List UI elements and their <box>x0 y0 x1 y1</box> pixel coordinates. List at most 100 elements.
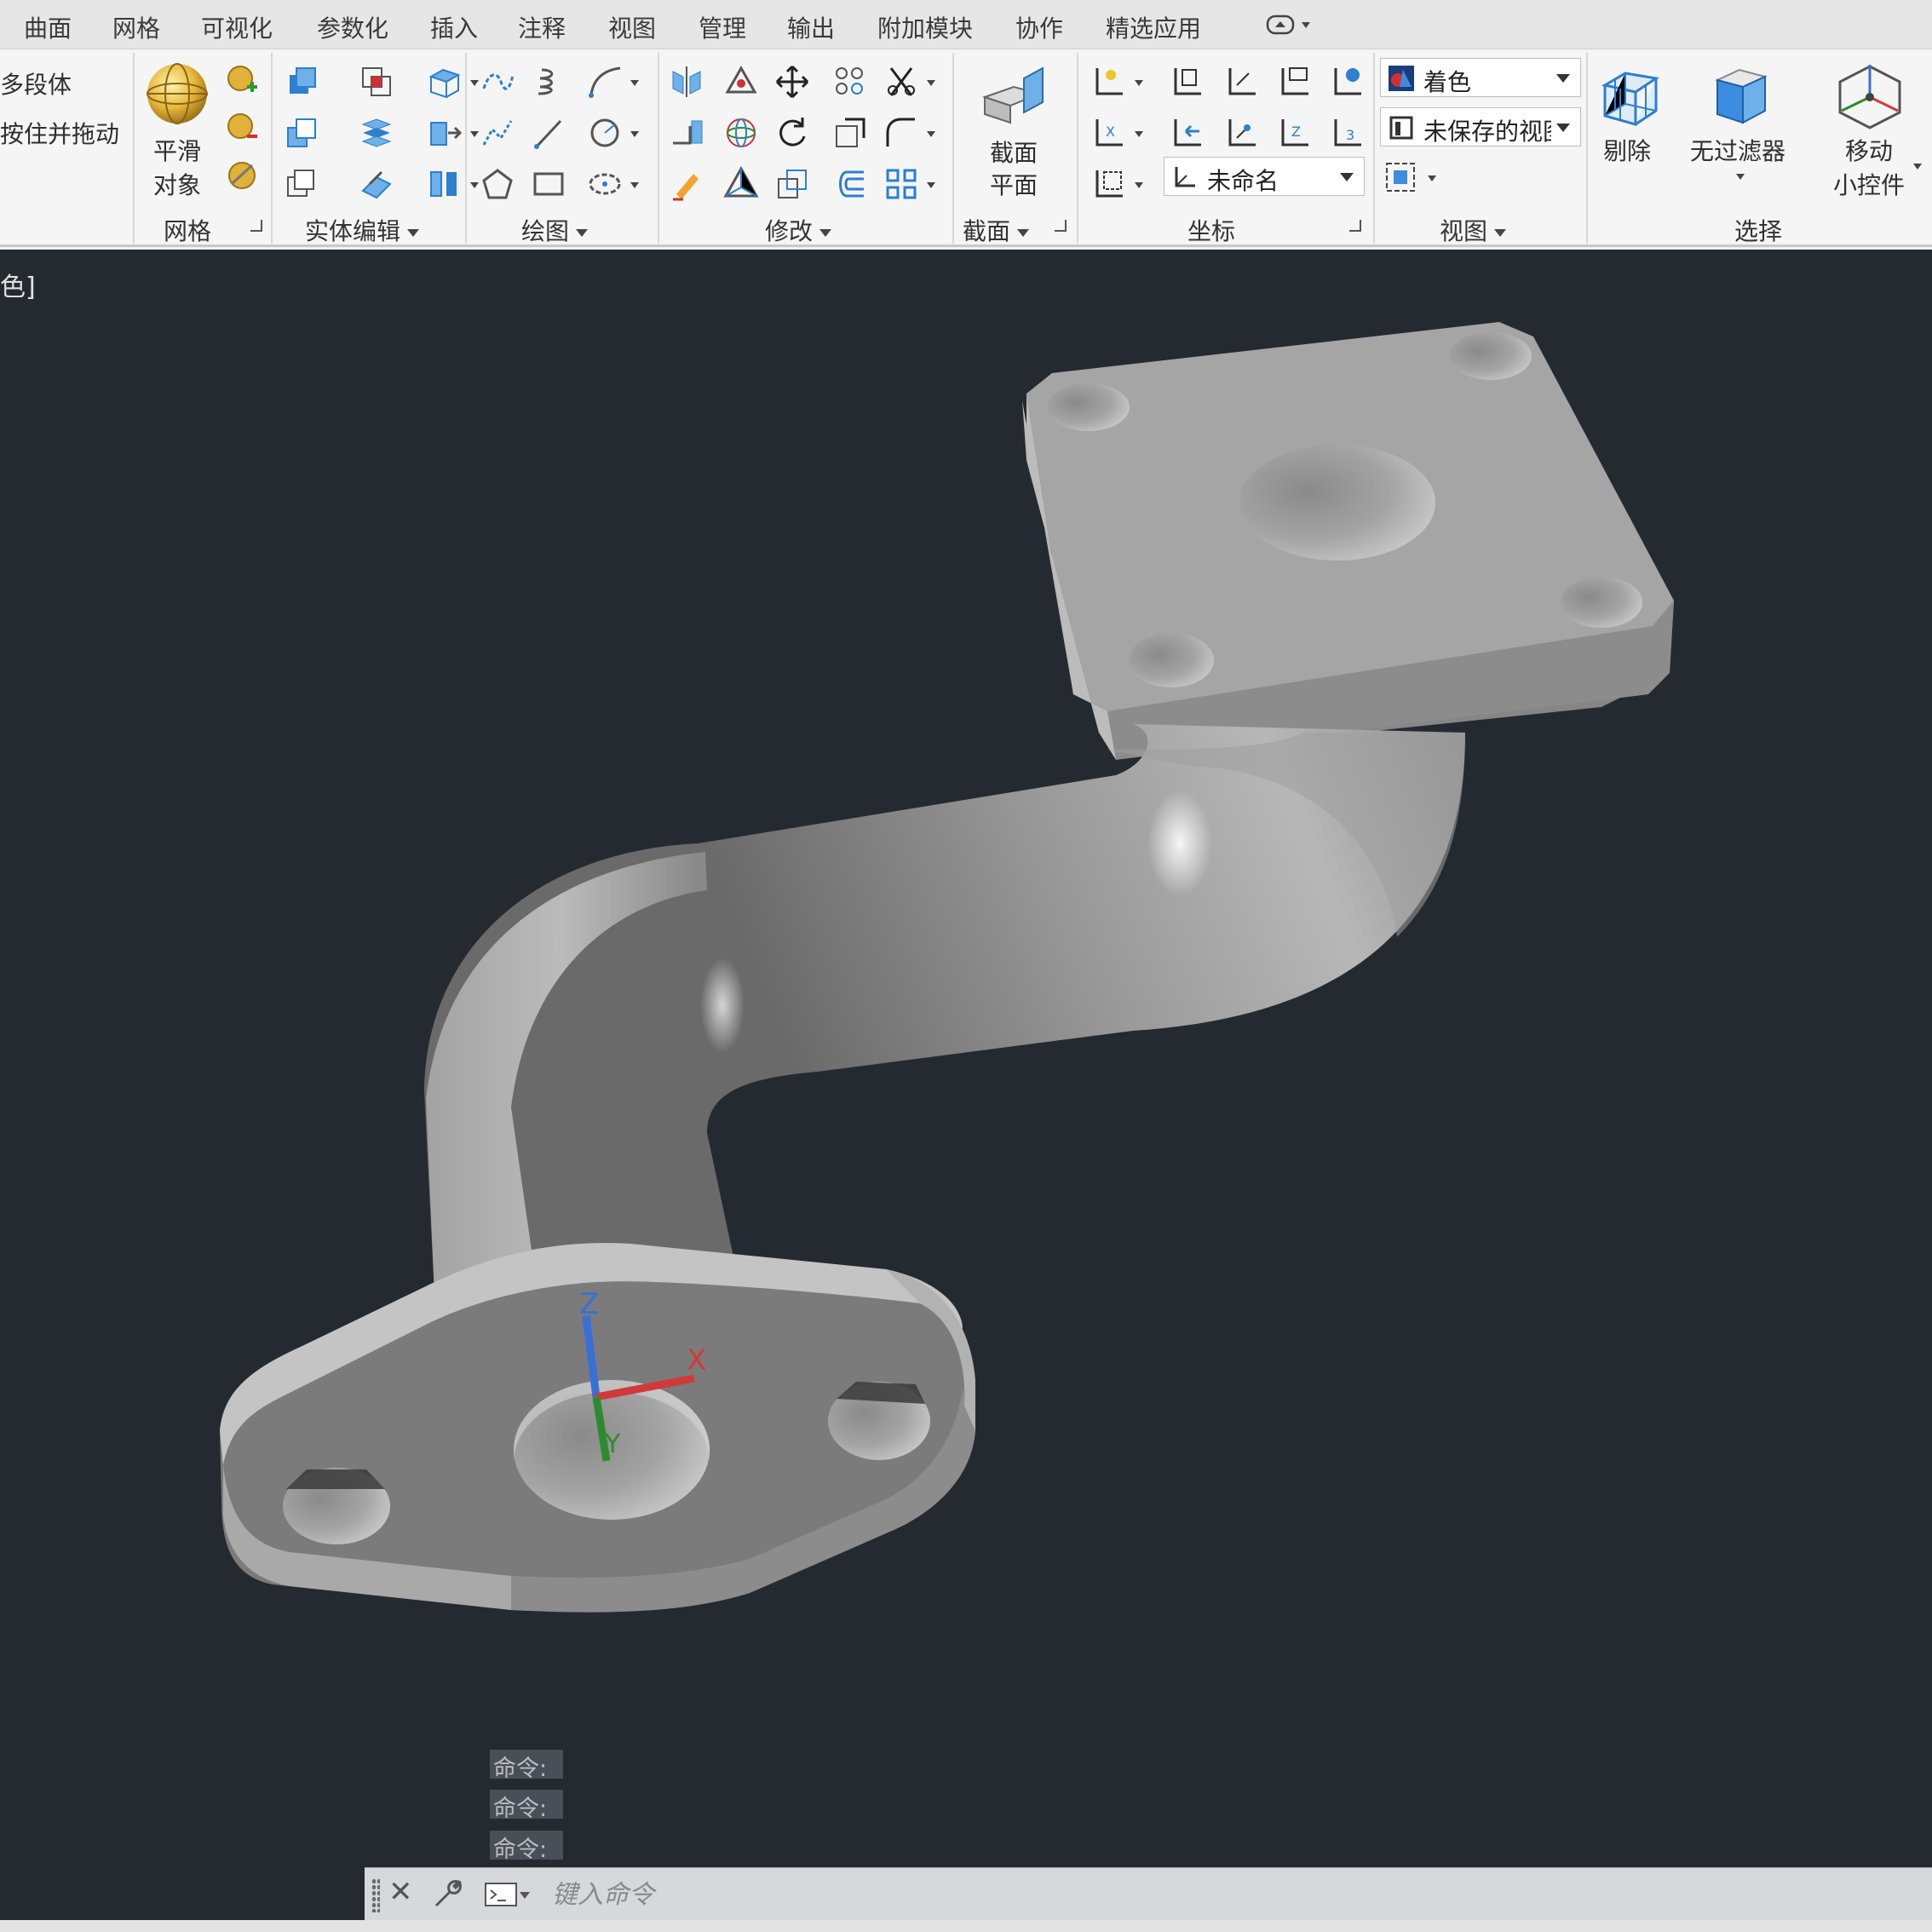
named-view-combo[interactable]: 未保存的视图 <box>1380 107 1581 147</box>
chevron-down-icon[interactable] <box>1736 174 1745 180</box>
tab-output[interactable]: 输出 <box>787 10 835 44</box>
fillet[interactable] <box>883 114 920 152</box>
ucs-named[interactable] <box>1090 165 1128 203</box>
rotate-3d[interactable] <box>722 114 760 152</box>
ucs-object[interactable] <box>1223 63 1261 101</box>
chevron-down-icon[interactable] <box>470 131 479 137</box>
close-icon[interactable]: ✕ <box>388 1875 413 1909</box>
refine-mesh-button[interactable] <box>225 158 259 193</box>
drag-handle-icon[interactable] <box>371 1878 380 1912</box>
chevron-down-icon[interactable] <box>470 80 479 86</box>
slice[interactable] <box>426 63 463 101</box>
chevron-down-icon[interactable] <box>1428 175 1436 181</box>
helix[interactable] <box>530 63 567 101</box>
tab-manage[interactable]: 管理 <box>699 10 746 44</box>
tab-annotate[interactable]: 注释 <box>518 10 566 44</box>
smooth-less-button[interactable] <box>225 111 259 145</box>
ucs-z[interactable]: Z <box>1276 114 1314 152</box>
spline-fit[interactable] <box>479 114 516 152</box>
culling-button[interactable] <box>1596 61 1665 129</box>
panel-title-modify[interactable]: 修改 <box>765 213 832 247</box>
viewport-config-button[interactable] <box>1383 160 1417 194</box>
array[interactable] <box>831 63 869 101</box>
chevron-down-icon[interactable] <box>927 131 935 137</box>
panel-title-solid-editing[interactable]: 实体编辑 <box>305 213 420 247</box>
offset-edge[interactable] <box>283 165 320 203</box>
tab-collaborate[interactable]: 协作 <box>1015 10 1063 44</box>
mirror-3d[interactable] <box>668 63 705 101</box>
panel-title-coordinates[interactable]: 坐标 <box>1187 213 1235 247</box>
ucs-x[interactable]: X <box>1090 114 1128 152</box>
panel-title-draw[interactable]: 绘图 <box>521 213 589 247</box>
stretch[interactable] <box>773 165 811 203</box>
tab-featured-apps[interactable]: 精选应用 <box>1106 10 1201 44</box>
extract-edges[interactable] <box>283 63 320 101</box>
panel-launcher-mesh[interactable] <box>250 220 262 232</box>
chevron-down-icon[interactable] <box>630 80 639 86</box>
tab-insert[interactable]: 插入 <box>430 10 478 44</box>
chevron-down-icon[interactable] <box>630 182 639 188</box>
extrude-faces[interactable] <box>426 114 463 152</box>
move-gizmo-button[interactable] <box>1831 58 1908 135</box>
command-input[interactable] <box>552 1875 1898 1914</box>
chevron-down-icon[interactable] <box>1135 182 1143 188</box>
polysolid-button[interactable]: 多段体 <box>0 66 72 101</box>
tab-surface[interactable]: 曲面 <box>24 10 72 44</box>
ellipse[interactable] <box>586 165 624 203</box>
3d-pipe-model[interactable]: Z X Y <box>0 250 1932 1868</box>
rotate[interactable] <box>773 114 811 152</box>
arc[interactable] <box>586 63 624 101</box>
chevron-down-icon[interactable] <box>630 131 639 137</box>
chevron-down-icon[interactable] <box>470 182 479 188</box>
tab-view[interactable]: 视图 <box>608 10 656 44</box>
ucs-named-combo[interactable]: 未命名 <box>1164 157 1365 196</box>
visual-style-combo[interactable]: 着色 <box>1380 58 1581 97</box>
extend-3d[interactable] <box>668 114 705 152</box>
align-3d[interactable] <box>722 63 760 101</box>
tab-visualize[interactable]: 可视化 <box>201 10 273 44</box>
panel-title-view[interactable]: 视图 <box>1440 213 1507 247</box>
ucs-face[interactable] <box>1169 63 1206 101</box>
smooth-object-button[interactable] <box>145 61 210 126</box>
panel-launcher-section[interactable] <box>1055 220 1067 232</box>
scale[interactable] <box>831 114 869 152</box>
interfere[interactable] <box>358 63 395 101</box>
tab-mesh[interactable]: 网格 <box>112 10 160 44</box>
wrench-icon[interactable] <box>431 1877 465 1911</box>
tab-addins[interactable]: 附加模块 <box>877 10 973 44</box>
move[interactable] <box>773 63 811 101</box>
ucs-origin[interactable] <box>1223 114 1261 152</box>
tetra[interactable] <box>722 165 760 203</box>
panel-launcher-coordinates[interactable] <box>1349 220 1361 232</box>
separate[interactable] <box>358 114 395 152</box>
ucs-world[interactable] <box>1329 63 1366 101</box>
shell[interactable] <box>358 165 395 203</box>
panel-title-section[interactable]: 截面 <box>963 213 1030 247</box>
ucs-view[interactable] <box>1276 63 1314 101</box>
chevron-down-icon[interactable] <box>1135 80 1143 86</box>
rectangle[interactable] <box>530 165 567 203</box>
polyline-spline[interactable] <box>479 63 516 101</box>
ucs-previous[interactable] <box>1169 114 1206 152</box>
trim[interactable] <box>883 63 920 101</box>
fillet-edge[interactable] <box>426 165 463 203</box>
ribbon-toggle-button[interactable] <box>1266 13 1315 37</box>
command-prompt-icon[interactable] <box>484 1880 532 1911</box>
tab-parametric[interactable]: 参数化 <box>317 10 388 44</box>
imprint[interactable] <box>283 114 320 152</box>
polygon[interactable] <box>479 165 516 203</box>
chevron-down-icon[interactable] <box>927 182 935 188</box>
ucs-3point[interactable]: 3 <box>1329 114 1366 152</box>
line[interactable] <box>530 114 567 152</box>
chevron-down-icon[interactable] <box>927 80 935 86</box>
rect-array[interactable] <box>883 165 920 203</box>
smooth-more-button[interactable] <box>225 63 259 97</box>
erase-edit[interactable] <box>668 165 705 203</box>
ucs[interactable] <box>1090 63 1128 101</box>
selection-filter-button[interactable] <box>1707 61 1775 129</box>
section-plane-button[interactable] <box>980 63 1048 131</box>
chevron-down-icon[interactable] <box>1913 164 1922 170</box>
offset[interactable] <box>831 165 869 203</box>
chevron-down-icon[interactable] <box>1135 131 1143 137</box>
circle[interactable] <box>586 114 624 152</box>
